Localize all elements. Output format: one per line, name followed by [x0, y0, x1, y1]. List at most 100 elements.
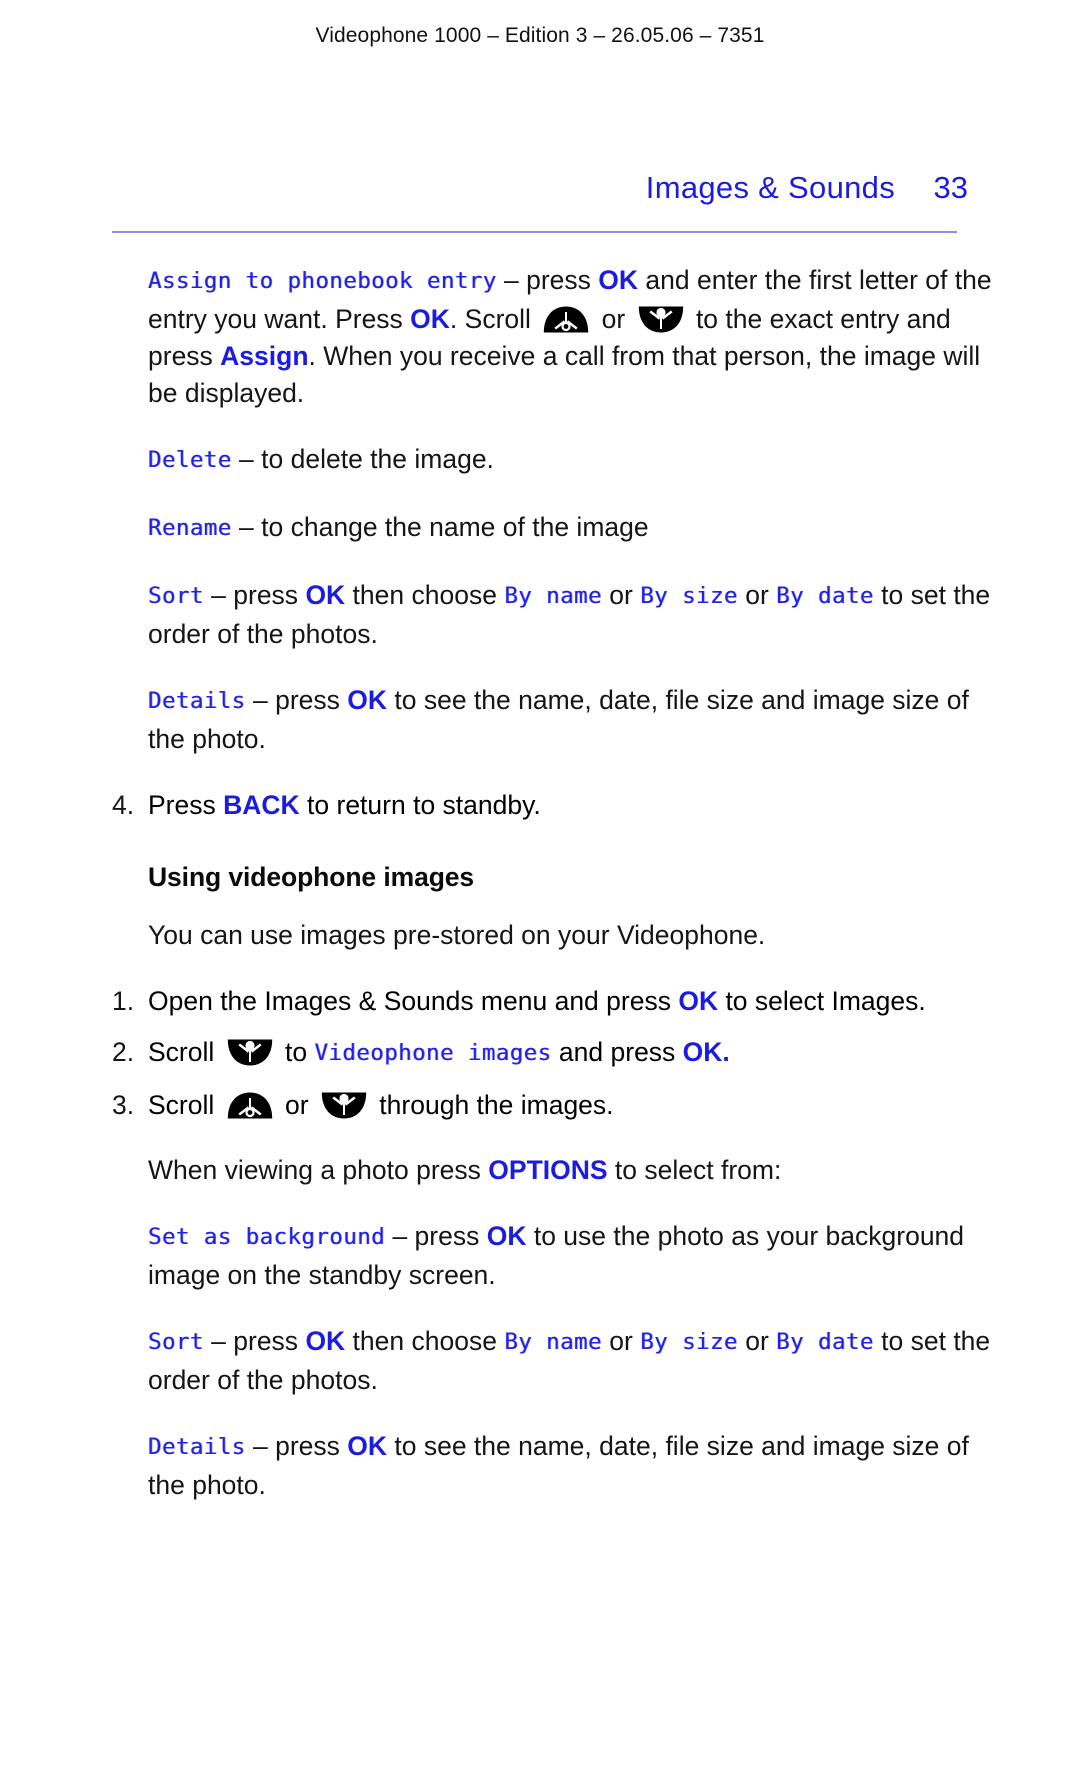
list-number: 3.: [112, 1090, 135, 1120]
text: – press: [245, 685, 348, 715]
section-heading-using-videophone-images: Using videophone images: [148, 862, 475, 892]
key-ok: OK: [305, 1326, 346, 1356]
lcd-label-details: Details: [148, 688, 246, 714]
text: to return to standby.: [299, 790, 541, 820]
list-item-step-4: 4. Press BACK to return to standby.: [112, 787, 992, 824]
text: – press: [203, 580, 306, 610]
option-details-2: Details – press OK to see the name, date…: [148, 1428, 992, 1504]
option-assign-to-phonebook: Assign to phonebook entry – press OK and…: [148, 262, 992, 412]
list-text: Press BACK to return to standby.: [148, 787, 992, 824]
text: Scroll: [148, 1037, 222, 1067]
lcd-label-by-name: By name: [504, 1329, 602, 1355]
text: Scroll: [148, 1090, 222, 1120]
text: through the images.: [371, 1090, 614, 1120]
scroll-up-key-icon: [543, 306, 589, 333]
lcd-label-videophone-images: Videophone images: [314, 1040, 552, 1066]
lcd-label-by-date: By date: [776, 583, 874, 609]
key-assign: Assign: [220, 341, 309, 371]
chapter-title: Images & Sounds: [645, 170, 895, 205]
list-item-step-1: 1. Open the Images & Sounds menu and pre…: [112, 983, 992, 1020]
text: – press: [496, 265, 599, 295]
option-details: Details – press OK to see the name, date…: [148, 682, 992, 758]
text: or: [737, 580, 777, 610]
list-text: Open the Images & Sounds menu and press …: [148, 983, 992, 1020]
text: Press: [148, 790, 224, 820]
text: to select from:: [607, 1155, 782, 1185]
key-ok: OK: [598, 265, 639, 295]
key-ok: OK: [347, 685, 388, 715]
lcd-label-sort: Sort: [148, 583, 204, 609]
lcd-label-sort: Sort: [148, 1329, 204, 1355]
text: – press: [385, 1221, 487, 1251]
chapter-header: Images & Sounds 33: [112, 170, 968, 206]
text: then choose: [345, 580, 505, 610]
list-item-step-3: 3. Scroll or through the images.: [112, 1087, 992, 1124]
text: then choose: [345, 1326, 505, 1356]
key-ok: OK: [486, 1221, 527, 1251]
option-rename: Rename – to change the name of the image: [148, 509, 992, 548]
section-intro-text: You can use images pre-stored on your Vi…: [148, 920, 766, 950]
lcd-label-rename: Rename: [148, 515, 232, 541]
key-ok: OK.: [682, 1037, 730, 1067]
key-ok: OK: [347, 1431, 388, 1461]
options-intro: When viewing a photo press OPTIONS to se…: [148, 1152, 992, 1189]
scroll-up-key-icon: [227, 1092, 273, 1119]
list-number: 1.: [112, 986, 135, 1016]
text: When viewing a photo press: [148, 1155, 489, 1185]
key-back: BACK: [223, 790, 300, 820]
text: or: [601, 580, 641, 610]
list-number: 4.: [112, 790, 135, 820]
text: – press: [203, 1326, 306, 1356]
lcd-label-delete: Delete: [148, 447, 232, 473]
page-content: Assign to phonebook entry – press OK and…: [112, 262, 992, 1519]
lcd-label-details: Details: [148, 1434, 246, 1460]
text: – to change the name of the image: [231, 512, 649, 542]
option-sort: Sort – press OK then choose By name or B…: [148, 577, 992, 653]
text: or: [737, 1326, 777, 1356]
header-divider: [112, 231, 957, 233]
text: – to delete the image.: [231, 444, 494, 474]
lcd-label-assign-to-phonebook-entry: Assign to phonebook entry: [148, 268, 497, 294]
lcd-label-set-as-background: Set as background: [148, 1224, 386, 1250]
text: to select Images.: [718, 986, 926, 1016]
text: or: [601, 1326, 641, 1356]
manual-page: Videophone 1000 – Edition 3 – 26.05.06 –…: [0, 0, 1080, 1777]
key-ok: OK: [678, 986, 719, 1016]
text: to: [277, 1037, 315, 1067]
lcd-label-by-name: By name: [504, 583, 602, 609]
text: or: [594, 304, 633, 334]
scroll-down-key-icon: [227, 1039, 273, 1066]
option-set-as-background: Set as background – press OK to use the …: [148, 1218, 992, 1294]
running-head: Videophone 1000 – Edition 3 – 26.05.06 –…: [315, 24, 765, 47]
key-ok: OK: [305, 580, 346, 610]
list-text: Scroll or through the images.: [148, 1087, 992, 1124]
key-options: OPTIONS: [488, 1155, 608, 1185]
lcd-label-by-date: By date: [776, 1329, 874, 1355]
key-ok: OK: [410, 304, 450, 334]
text: – press: [245, 1431, 348, 1461]
text: Open the Images & Sounds menu and press: [148, 986, 679, 1016]
page-number: 33: [933, 170, 968, 205]
text: . Scroll: [449, 304, 539, 334]
list-number: 2.: [112, 1037, 135, 1067]
list-item-step-2: 2. Scroll to Videophone images and press…: [112, 1034, 992, 1073]
scroll-down-key-icon: [638, 306, 684, 333]
list-text: Scroll to Videophone images and press OK…: [148, 1034, 992, 1073]
lcd-label-by-size: By size: [640, 583, 738, 609]
text: or: [277, 1090, 316, 1120]
option-delete: Delete – to delete the image.: [148, 441, 992, 480]
scroll-down-key-icon: [321, 1092, 367, 1119]
option-sort-2: Sort – press OK then choose By name or B…: [148, 1323, 992, 1399]
lcd-label-by-size: By size: [640, 1329, 738, 1355]
text: and press: [551, 1037, 683, 1067]
